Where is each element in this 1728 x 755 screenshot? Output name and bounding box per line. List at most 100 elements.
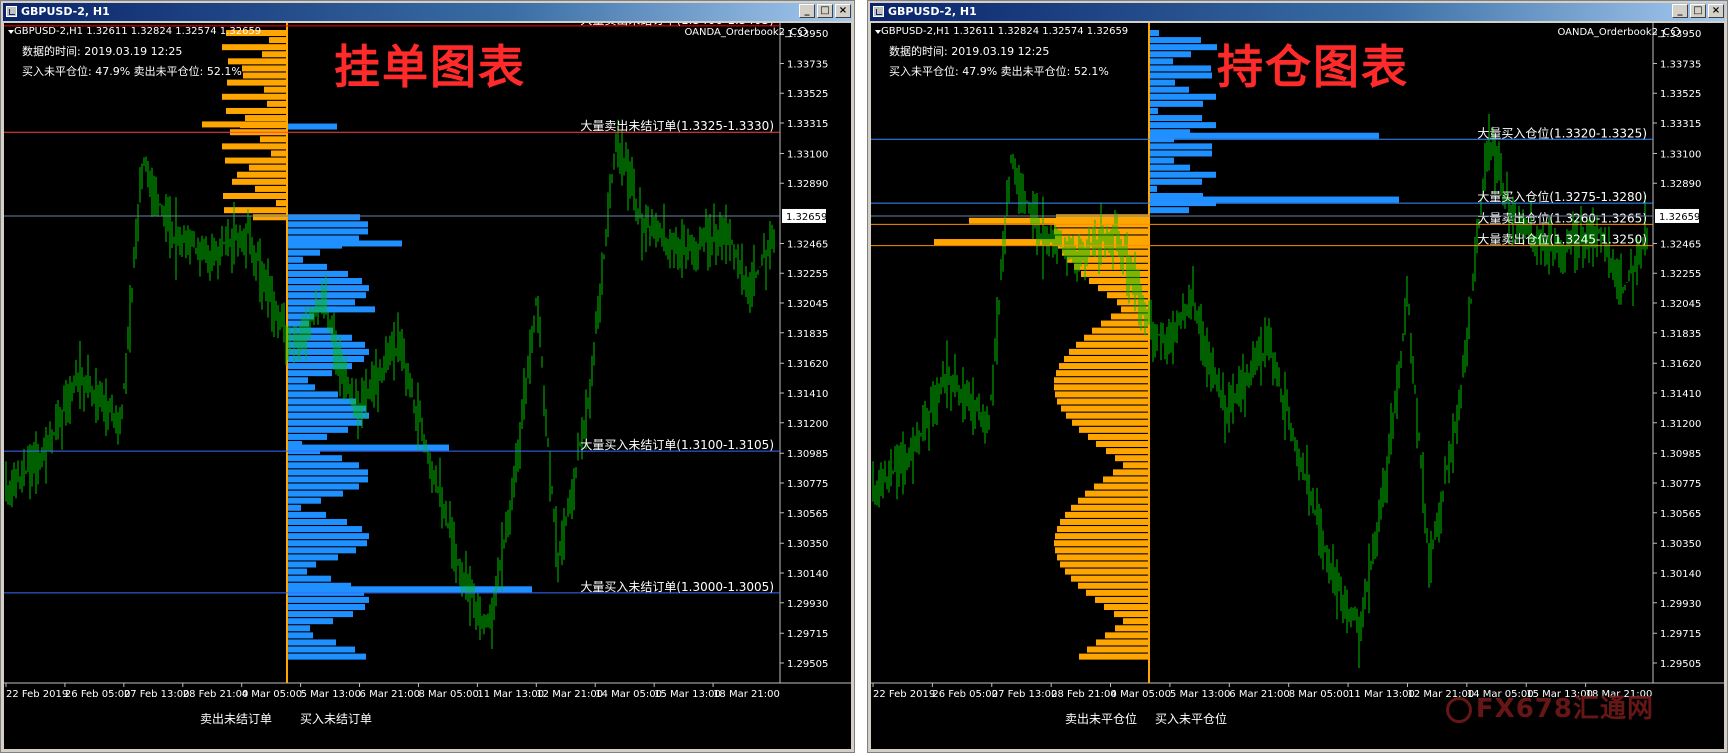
sell-bar bbox=[227, 79, 287, 86]
sell-bar bbox=[1061, 405, 1149, 412]
sell-bar bbox=[237, 171, 287, 178]
price-chart[interactable]: 大量买入仓位(1.3320-1.3325) 大量买入仓位(1.3275-1.328… bbox=[871, 23, 1724, 749]
price-tick-label: 1.32465 bbox=[787, 239, 828, 250]
close-button[interactable]: × bbox=[835, 4, 851, 18]
price-tick-label: 1.33525 bbox=[1660, 89, 1701, 100]
buy-bar bbox=[287, 632, 313, 639]
price-tick-label: 1.32045 bbox=[1660, 299, 1701, 310]
sell-bar bbox=[1076, 341, 1149, 348]
price-tick-label: 1.29930 bbox=[1660, 599, 1701, 610]
sell-bar bbox=[223, 192, 287, 199]
annotation-label: 大量卖出仓位(1.3245-1.3250) bbox=[1477, 232, 1647, 247]
close-button[interactable]: × bbox=[1708, 4, 1724, 18]
price-tick-label: 1.30565 bbox=[787, 509, 828, 520]
position-ratio: 买入未平仓位: 47.9% 卖出未平仓位: 52.1% bbox=[22, 65, 242, 78]
buy-bar bbox=[287, 123, 337, 130]
buy-bar bbox=[1149, 115, 1202, 122]
buy-bar bbox=[1149, 143, 1212, 150]
sell-bar bbox=[1054, 377, 1149, 384]
sell-bar bbox=[1106, 448, 1149, 455]
minimize-button[interactable]: _ bbox=[1672, 4, 1688, 18]
sell-bar bbox=[262, 51, 287, 58]
price-tick-label: 1.32890 bbox=[1660, 179, 1701, 190]
sell-bar bbox=[276, 200, 287, 207]
time-axis: 22 Feb 201926 Feb 05:0027 Feb 13:0028 Fe… bbox=[5, 683, 780, 700]
annotation-label: 大量卖出仓位(1.3260-1.3265) bbox=[1477, 210, 1647, 225]
sell-bar bbox=[1064, 355, 1149, 362]
time-tick-label: 11 Mar 13:00 bbox=[1348, 689, 1415, 700]
window-title: GBPUSD-2, H1 bbox=[888, 5, 977, 18]
buy-positions-label: 买入未平仓位 bbox=[1155, 712, 1228, 726]
buy-bar bbox=[287, 618, 333, 625]
time-tick-label: 11 Mar 13:00 bbox=[477, 689, 544, 700]
buy-bar bbox=[287, 455, 342, 462]
buy-bar bbox=[287, 355, 364, 362]
sell-bar bbox=[1054, 384, 1149, 391]
buy-bar bbox=[1149, 122, 1216, 129]
annotation-label: 大量卖出未结订单(1.3325-1.3330) bbox=[580, 119, 774, 133]
annotation-label: 大量买入仓位(1.3275-1.3280) bbox=[1477, 189, 1647, 204]
buy-bar bbox=[287, 497, 321, 504]
price-tick-label: 1.32255 bbox=[787, 269, 828, 280]
buy-bar bbox=[1149, 51, 1191, 58]
buy-bar bbox=[1149, 44, 1217, 51]
maximize-button[interactable]: □ bbox=[1690, 4, 1706, 18]
sell-bar bbox=[1079, 653, 1149, 660]
sell-bar bbox=[267, 100, 287, 107]
buy-bar bbox=[287, 285, 369, 292]
price-tick-label: 1.30985 bbox=[787, 449, 828, 460]
window-titlebar[interactable]: GBPUSD-2, H1 _ □ × bbox=[870, 3, 1725, 21]
price-tick-label: 1.32465 bbox=[1660, 239, 1701, 250]
sell-bar bbox=[232, 178, 287, 185]
buy-bar bbox=[287, 341, 365, 348]
window-titlebar[interactable]: GBPUSD-2, H1 _ □ × bbox=[3, 3, 852, 21]
time-tick-label: 22 Feb 2019 bbox=[6, 689, 68, 700]
time-tick-label: 4 Mar 05:00 bbox=[242, 689, 302, 700]
time-tick-label: 12 Mar 21:00 bbox=[536, 689, 603, 700]
buy-bar bbox=[1149, 65, 1211, 72]
sell-bar bbox=[269, 37, 287, 44]
buy-bar bbox=[287, 221, 368, 228]
price-tick-label: 1.30350 bbox=[1660, 539, 1701, 550]
chart-window-positions[interactable]: GBPUSD-2, H1 _ □ × 大量买入仓位(1.3320-1.3325)… bbox=[867, 0, 1728, 753]
buy-bar bbox=[287, 384, 315, 391]
sell-bar bbox=[1123, 462, 1149, 469]
maximize-button[interactable]: □ bbox=[817, 4, 833, 18]
buy-orders-label: 买入未结订单 bbox=[300, 712, 373, 726]
sell-bar bbox=[226, 107, 287, 114]
buy-bar bbox=[287, 554, 338, 561]
buy-bar bbox=[1149, 79, 1175, 86]
time-tick-label: 15 Mar 13:00 bbox=[654, 689, 721, 700]
price-tick-label: 1.31200 bbox=[1660, 419, 1701, 430]
price-tick-label: 1.33735 bbox=[787, 59, 828, 70]
sell-bar bbox=[260, 136, 287, 143]
sell-bar bbox=[1054, 540, 1149, 547]
chart-window-orders[interactable]: GBPUSD-2, H1 _ □ × 大量卖出未结订单(1.3400-1.340… bbox=[0, 0, 855, 753]
buy-bar bbox=[287, 625, 310, 632]
time-tick-label: 27 Feb 13:00 bbox=[124, 689, 190, 700]
price-tick-label: 1.29505 bbox=[1660, 659, 1701, 670]
sell-bar bbox=[1087, 646, 1149, 653]
sell-bar bbox=[1060, 518, 1149, 525]
buy-bar bbox=[287, 646, 355, 653]
price-tick-label: 1.33315 bbox=[1660, 119, 1701, 130]
minimize-button[interactable]: _ bbox=[799, 4, 815, 18]
indicator-smiley-icon bbox=[798, 27, 807, 36]
sell-bar bbox=[222, 44, 287, 51]
buy-bar bbox=[287, 547, 356, 554]
annotation-label: 大量买入未结订单(1.3000-1.3005) bbox=[580, 580, 774, 594]
buy-bar bbox=[1149, 132, 1379, 139]
price-tick-label: 1.32890 bbox=[787, 179, 828, 190]
buy-bar bbox=[287, 214, 360, 221]
price-tick-label: 1.33525 bbox=[787, 89, 828, 100]
sell-bar bbox=[1056, 370, 1149, 377]
buy-bar bbox=[287, 249, 320, 256]
positionbook-plot: 大量买入仓位(1.3320-1.3325) 大量买入仓位(1.3275-1.328… bbox=[871, 23, 1724, 700]
sell-bar bbox=[243, 72, 287, 79]
indicator-name: OANDA_Orderbook2_C bbox=[684, 27, 797, 38]
buy-bar bbox=[287, 334, 352, 341]
buy-bar bbox=[1149, 58, 1173, 65]
price-chart[interactable]: 大量卖出未结订单(1.3400-1.3405)大量卖出未结订单(1.3325-1… bbox=[4, 23, 851, 749]
price-tick-label: 1.30775 bbox=[787, 479, 828, 490]
sell-bar bbox=[1066, 412, 1149, 419]
